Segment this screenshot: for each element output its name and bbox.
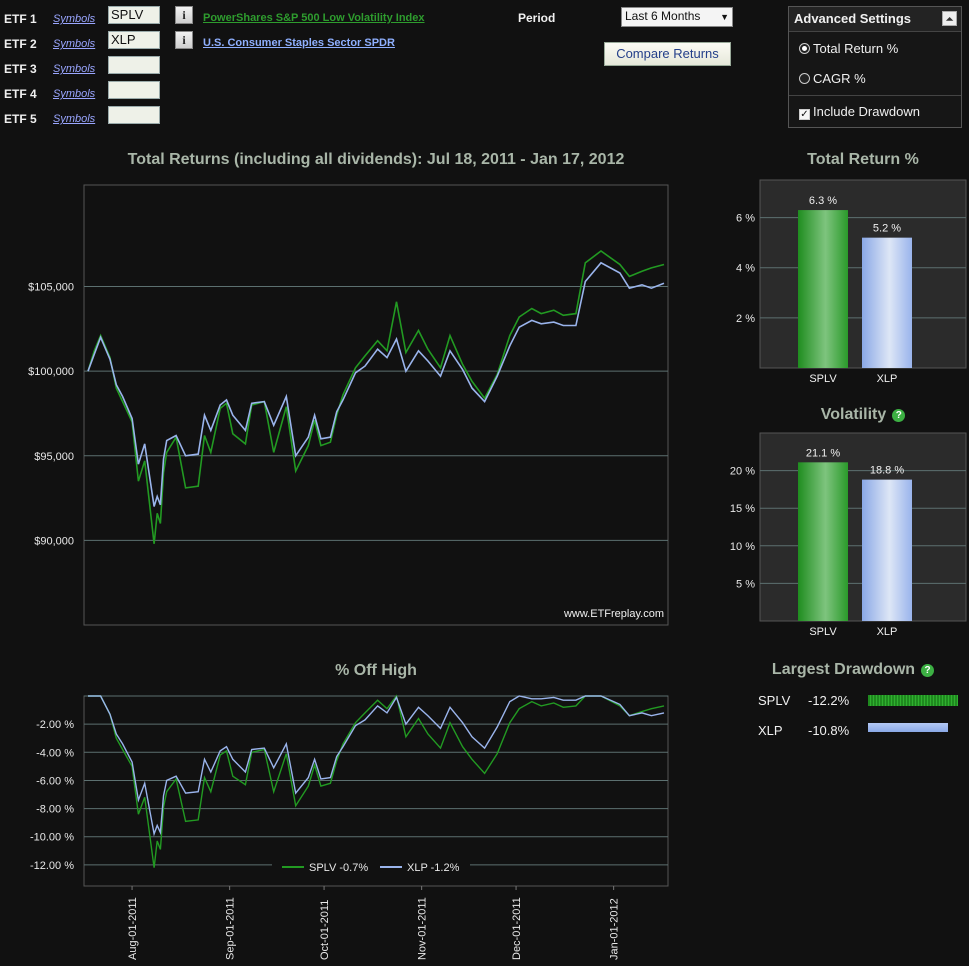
collapse-icon[interactable]: ⏶ bbox=[942, 11, 957, 26]
period-selected-value: Last 6 Months bbox=[625, 9, 701, 23]
symbols-link[interactable]: Symbols bbox=[53, 63, 95, 75]
include-drawdown-checkbox[interactable]: ✓ Include Drawdown bbox=[799, 104, 920, 120]
main-chart: $90,000 $95,000 $100,000 $105,000 www.ETFrep… bbox=[28, 184, 669, 626]
y-tick-label: $100,000 bbox=[28, 366, 74, 378]
fund-name-link[interactable]: U.S. Consumer Staples Sector SPDR bbox=[203, 37, 395, 49]
radio-selected-icon bbox=[799, 43, 810, 54]
y-tick-label: 20 % bbox=[730, 466, 755, 478]
drawdown-value-splv: -12.2% bbox=[808, 693, 850, 708]
drawdown-symbol: SPLV bbox=[758, 693, 791, 708]
x-tick-label: Jan-01-2012 bbox=[609, 898, 621, 960]
bar-category-label: SPLV bbox=[809, 626, 837, 638]
y-tick-label: 10 % bbox=[730, 541, 755, 553]
watermark: www.ETFreplay.com bbox=[563, 608, 664, 620]
cagr-label: CAGR % bbox=[813, 71, 866, 86]
symbols-link[interactable]: Symbols bbox=[53, 88, 95, 100]
total-return-bar-chart: 2 % 4 % 6 % 6.3 % SPLV 5.2 % XLP bbox=[736, 179, 967, 385]
y-tick-label: $95,000 bbox=[34, 451, 74, 463]
info-icon[interactable]: i bbox=[175, 6, 193, 24]
drawdown-value-xlp: -10.8% bbox=[808, 723, 850, 738]
etf-label: ETF 5 bbox=[4, 112, 37, 126]
period-select[interactable]: Last 6 Months ▼ bbox=[621, 7, 733, 27]
advanced-settings-title: Advanced Settings bbox=[794, 11, 912, 26]
drawdown-symbol: XLP bbox=[758, 723, 783, 738]
drawdown-title: Largest Drawdown bbox=[771, 661, 916, 678]
fund-name-link[interactable]: PowerShares S&P 500 Low Volatility Index bbox=[203, 12, 425, 24]
symbols-link[interactable]: Symbols bbox=[53, 113, 95, 125]
advanced-settings-header: Advanced Settings ⏶ bbox=[789, 7, 961, 32]
help-icon[interactable]: ? bbox=[921, 664, 935, 677]
etf-symbol-input[interactable]: SPLV bbox=[108, 6, 160, 24]
total-return-label: Total Return % bbox=[813, 41, 899, 56]
cagr-radio[interactable]: CAGR % bbox=[799, 71, 866, 86]
y-tick-label: -4.00 % bbox=[36, 747, 74, 759]
bar-category-label: XLP bbox=[877, 373, 898, 385]
legend-label: SPLV -0.7% bbox=[309, 862, 368, 874]
y-tick-label: -6.00 % bbox=[36, 775, 74, 787]
period-label: Period bbox=[518, 11, 556, 25]
symbols-link[interactable]: Symbols bbox=[53, 38, 95, 50]
bar-category-label: XLP bbox=[877, 626, 898, 638]
y-tick-label: 4 % bbox=[736, 263, 755, 275]
offhigh-chart-title: % Off High bbox=[335, 662, 417, 679]
radio-icon bbox=[799, 73, 810, 84]
divider bbox=[789, 95, 961, 96]
x-tick-label: Oct-01-2011 bbox=[319, 900, 331, 960]
etf-symbol-input[interactable] bbox=[108, 106, 160, 124]
etf-label: ETF 3 bbox=[4, 62, 37, 76]
main-chart-title: Total Returns (including all dividends):… bbox=[127, 151, 625, 168]
symbols-link[interactable]: Symbols bbox=[53, 13, 95, 25]
y-tick-label: -2.00 % bbox=[36, 719, 74, 731]
x-tick-label: Aug-01-2011 bbox=[127, 897, 139, 960]
drawdown-bar-splv bbox=[868, 695, 958, 706]
volatility-bar-chart: 5 % 10 % 15 % 20 % 21.1 % SPLV 18.8 % XLP bbox=[730, 432, 967, 638]
x-tick-label: Nov-01-2011 bbox=[417, 897, 429, 960]
volatility-title-wrap: Volatility? bbox=[760, 406, 966, 424]
bar-xlp bbox=[862, 237, 912, 368]
y-tick-label: -10.00 % bbox=[30, 832, 74, 844]
total-return-title: Total Return % bbox=[807, 151, 919, 168]
bar-xlp bbox=[862, 479, 912, 621]
drawdown-row-xlp: XLP bbox=[758, 723, 783, 738]
plot-area bbox=[83, 184, 669, 626]
y-tick-label: -8.00 % bbox=[36, 804, 74, 816]
help-icon[interactable]: ? bbox=[892, 409, 906, 422]
offhigh-chart: -2.00 % -4.00 % -6.00 % -8.00 % -10.00 % -12.… bbox=[30, 694, 669, 960]
chevron-down-icon: ▼ bbox=[720, 12, 729, 22]
checkmark-icon: ✓ bbox=[799, 109, 810, 120]
drawdown-row-splv: SPLV bbox=[758, 693, 790, 708]
total-return-radio[interactable]: Total Return % bbox=[799, 41, 898, 56]
y-tick-label: 5 % bbox=[736, 578, 755, 590]
drawdown-bar-xlp bbox=[868, 723, 948, 732]
bar-splv bbox=[798, 210, 848, 368]
y-tick-label: 2 % bbox=[736, 313, 755, 325]
compare-returns-button[interactable]: Compare Returns bbox=[604, 42, 731, 66]
include-drawdown-label: Include Drawdown bbox=[813, 104, 920, 119]
y-tick-label: -12.00 % bbox=[30, 860, 74, 872]
x-tick-label: Sep-01-2011 bbox=[225, 897, 237, 960]
bar-category-label: SPLV bbox=[809, 373, 837, 385]
y-tick-label: $105,000 bbox=[28, 282, 74, 294]
etf-symbol-input[interactable] bbox=[108, 56, 160, 74]
bar-value-label: 18.8 % bbox=[870, 465, 904, 477]
drawdown-title-wrap: Largest Drawdown? bbox=[740, 661, 966, 679]
y-tick-label: 15 % bbox=[730, 503, 755, 515]
info-icon[interactable]: i bbox=[175, 31, 193, 49]
y-tick-label: $90,000 bbox=[34, 535, 74, 547]
etf-label: ETF 1 bbox=[4, 12, 37, 26]
bar-value-label: 21.1 % bbox=[806, 447, 840, 459]
advanced-settings-panel: Advanced Settings ⏶ Total Return % CAGR … bbox=[788, 6, 962, 128]
etf-label: ETF 2 bbox=[4, 37, 37, 51]
etf-symbol-input[interactable] bbox=[108, 81, 160, 99]
y-tick-label: 6 % bbox=[736, 213, 755, 225]
bar-splv bbox=[798, 462, 848, 621]
legend-label: XLP -1.2% bbox=[407, 862, 460, 874]
bar-value-label: 6.3 % bbox=[809, 195, 837, 207]
etf-symbol-input[interactable]: XLP bbox=[108, 31, 160, 49]
x-tick-label: Dec-01-2011 bbox=[511, 897, 523, 960]
etf-label: ETF 4 bbox=[4, 87, 37, 101]
volatility-title: Volatility bbox=[820, 406, 887, 423]
bar-value-label: 5.2 % bbox=[873, 223, 901, 235]
